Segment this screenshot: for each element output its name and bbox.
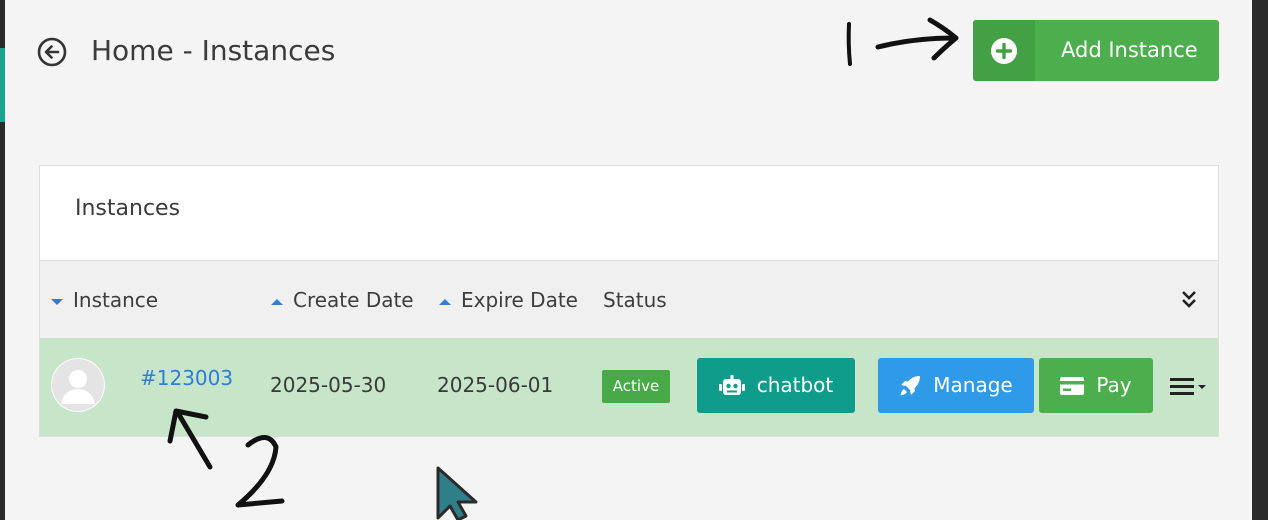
column-label-expire-date: Expire Date [461,288,578,312]
sort-desc-icon [51,298,63,305]
page-title: Home - Instances [91,34,336,67]
annotation-marker-1 [846,17,959,66]
column-header-status[interactable]: Status [603,261,667,339]
plus-circle-icon [991,38,1017,64]
rocket-icon [900,375,921,395]
row-options-menu[interactable] [1170,376,1210,400]
robot-icon [718,374,745,395]
column-label-instance: Instance [73,288,159,312]
left-edge-accent [0,48,5,122]
table-row: #123003 2025-05-30 2025-06-01 Active cha… [40,338,1218,436]
column-label-create-date: Create Date [293,288,414,312]
right-window-edge [1252,0,1268,520]
add-button-icon-block [973,20,1035,81]
instances-panel: Instances Instance Create Date Expire Da… [39,165,1219,437]
chatbot-button[interactable]: chatbot [697,358,855,413]
credit-card-icon [1060,376,1085,395]
pay-label: Pay [1096,373,1132,397]
chatbot-label: chatbot [756,373,834,397]
column-label-status: Status [603,288,667,312]
expire-date-cell: 2025-06-01 [437,373,554,397]
manage-button[interactable]: Manage [878,358,1034,413]
add-instance-label: Add Instance [1061,38,1198,62]
hamburger-dropdown-icon [1170,378,1206,395]
user-silhouette-icon [52,359,104,411]
instance-id-link[interactable]: #123003 [140,366,233,390]
arrow-left-circle-icon [37,37,67,67]
avatar [51,358,105,412]
back-button[interactable] [36,36,68,68]
column-toggle-button[interactable] [1181,289,1197,313]
panel-title: Instances [75,196,181,221]
sort-asc-icon [271,298,283,305]
manage-label: Manage [933,373,1013,397]
double-chevron-down-icon [1182,291,1196,308]
create-date-cell: 2025-05-30 [270,373,387,397]
column-header-instance[interactable]: Instance [50,261,158,339]
status-badge: Active [602,370,670,403]
column-header-expire-date[interactable]: Expire Date [438,261,578,339]
pay-button[interactable]: Pay [1039,358,1153,413]
add-instance-button[interactable]: Add Instance [973,20,1219,81]
sort-asc-icon [439,298,451,305]
column-header-create-date[interactable]: Create Date [270,261,414,339]
mouse-cursor-icon [436,466,478,520]
table-header: Instance Create Date Expire Date Status [40,260,1218,338]
